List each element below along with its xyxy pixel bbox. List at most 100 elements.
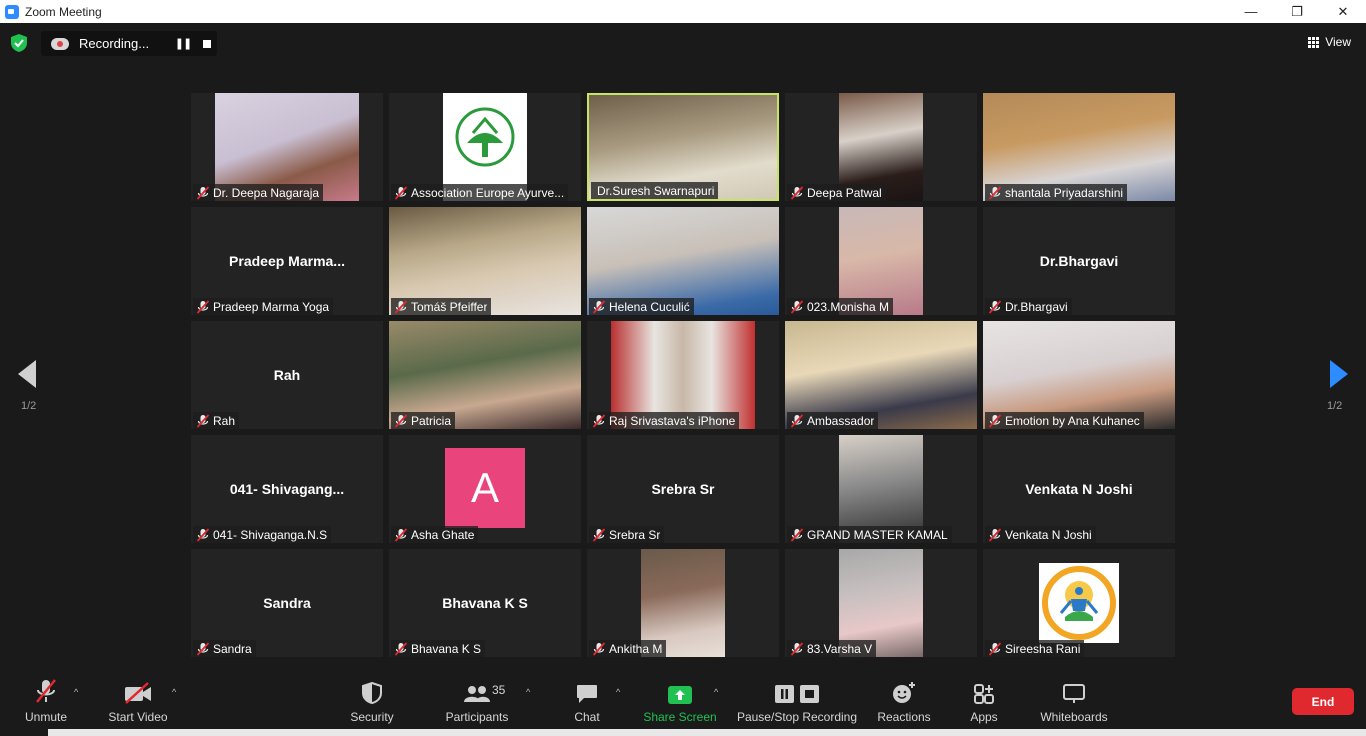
end-meeting-button[interactable]: End: [1292, 688, 1354, 715]
participant-tile[interactable]: GRAND MASTER KAMAL: [785, 435, 977, 543]
participant-tile[interactable]: 041- Shivagang... 041- Shivaganga.N.S: [191, 435, 383, 543]
share-options-caret-icon[interactable]: ^: [714, 687, 718, 697]
participant-display-name-text: 041- Shivagang...: [229, 481, 345, 497]
start-video-button[interactable]: Start Video: [106, 670, 170, 728]
participant-tile[interactable]: 83.Varsha V: [785, 549, 977, 657]
participant-tile[interactable]: Helena Cuculić: [587, 207, 779, 315]
participant-tile[interactable]: Sireesha Rani: [983, 549, 1175, 657]
muted-mic-icon: [35, 670, 57, 704]
participant-name-label: Emotion by Ana Kuhanec: [985, 412, 1144, 429]
participant-name: Sandra: [213, 641, 252, 656]
muted-mic-icon: [790, 185, 804, 200]
participant-tile[interactable]: Emotion by Ana Kuhanec: [983, 321, 1175, 429]
participant-tile[interactable]: 023.Monisha M: [785, 207, 977, 315]
chat-button[interactable]: Chat: [568, 670, 606, 728]
participant-tile[interactable]: Pradeep Marma... Pradeep Marma Yoga: [191, 207, 383, 315]
share-screen-button[interactable]: Share Screen: [643, 670, 717, 728]
participant-tile[interactable]: Tomáš Pfeiffer: [389, 207, 581, 315]
security-label: Security: [350, 710, 394, 724]
recording-indicator: Recording... ❚❚: [41, 31, 217, 56]
participant-tile[interactable]: Dr.Bhargavi Dr.Bhargavi: [983, 207, 1175, 315]
security-button[interactable]: Security: [346, 670, 398, 728]
participant-name-label: GRAND MASTER KAMAL: [787, 526, 952, 543]
participant-tile[interactable]: Rah Rah: [191, 321, 383, 429]
previous-page-arrow-icon[interactable]: [18, 360, 38, 388]
pause-recording-icon[interactable]: ❚❚: [173, 37, 193, 50]
participant-name-label: Rah: [193, 412, 240, 429]
gallery-grid: Dr. Deepa Nagaraja Association Europe Ayu…: [191, 93, 1177, 657]
participant-name: Deepa Patwal: [807, 185, 882, 200]
window-title: Zoom Meeting: [25, 4, 102, 19]
muted-mic-icon: [394, 641, 408, 656]
video-options-caret-icon[interactable]: ^: [172, 687, 176, 697]
participant-name: Rah: [213, 413, 236, 428]
participant-tile[interactable]: Deepa Patwal: [785, 93, 977, 201]
participant-name: Dr.Bhargavi: [1005, 299, 1068, 314]
participant-tile[interactable]: Dr. Deepa Nagaraja: [191, 93, 383, 201]
next-page-arrow-icon[interactable]: [1328, 360, 1348, 388]
participant-name-label: Tomáš Pfeiffer: [391, 298, 492, 315]
chat-bubble-icon: [576, 670, 598, 704]
reactions-button[interactable]: Reactions: [876, 670, 932, 728]
participant-tile[interactable]: Bhavana K S Bhavana K S: [389, 549, 581, 657]
restore-button[interactable]: ❐: [1274, 0, 1320, 23]
whiteboards-button[interactable]: Whiteboards: [1036, 670, 1112, 728]
muted-mic-icon: [988, 299, 1002, 314]
reactions-label: Reactions: [877, 710, 931, 724]
minimize-button[interactable]: —: [1228, 0, 1274, 23]
reactions-smiley-icon: [892, 670, 916, 704]
participant-tile[interactable]: A Asha Ghate: [389, 435, 581, 543]
participant-tile[interactable]: Sandra Sandra: [191, 549, 383, 657]
participant-name: Emotion by Ana Kuhanec: [1005, 413, 1140, 428]
view-button[interactable]: View: [1308, 35, 1351, 49]
participant-tile[interactable]: Venkata N Joshi Venkata N Joshi: [983, 435, 1175, 543]
participant-display-name-text: Dr.Bhargavi: [1039, 253, 1119, 269]
participant-name: Bhavana K S: [411, 641, 482, 656]
muted-mic-icon: [988, 185, 1002, 200]
participant-tile[interactable]: Srebra Sr Srebra Sr: [587, 435, 779, 543]
muted-mic-icon: [592, 299, 606, 314]
participant-tile[interactable]: shantala Priyadarshini: [983, 93, 1175, 201]
participant-name: GRAND MASTER KAMAL: [807, 527, 948, 542]
page-indicator-right: 1/2: [1327, 400, 1343, 412]
participants-button[interactable]: Participants: [444, 670, 510, 728]
participant-tile[interactable]: Ankitha M: [587, 549, 779, 657]
apps-button[interactable]: Apps: [966, 670, 1002, 728]
participant-tile[interactable]: Ambassador: [785, 321, 977, 429]
muted-mic-icon: [394, 185, 408, 200]
stop-recording-icon[interactable]: [203, 39, 211, 48]
participant-tile[interactable]: Dr.Suresh Swarnapuri: [587, 93, 779, 201]
participant-name: Srebra Sr: [609, 527, 661, 542]
encryption-shield-icon[interactable]: [11, 34, 27, 52]
unmute-button[interactable]: Unmute: [22, 670, 70, 728]
participant-name-label: shantala Priyadarshini: [985, 184, 1128, 201]
audio-options-caret-icon[interactable]: ^: [74, 687, 78, 697]
participant-display-name-text: Srebra Sr: [651, 481, 715, 497]
participant-name-label: Venkata N Joshi: [985, 526, 1096, 543]
muted-mic-icon: [394, 299, 408, 314]
chat-options-caret-icon[interactable]: ^: [616, 687, 620, 697]
participant-name-label: 041- Shivaganga.N.S: [193, 526, 332, 543]
participants-count: 35: [492, 683, 506, 697]
participant-tile[interactable]: Patricia: [389, 321, 581, 429]
participant-name: Venkata N Joshi: [1005, 527, 1092, 542]
participant-tile[interactable]: Association Europe Ayurve...: [389, 93, 581, 201]
whiteboards-label: Whiteboards: [1040, 710, 1108, 724]
participant-name-label: Sandra: [193, 640, 256, 657]
muted-mic-icon: [592, 641, 606, 656]
muted-mic-icon: [988, 527, 1002, 542]
participant-name: Asha Ghate: [411, 527, 475, 542]
muted-mic-icon: [988, 641, 1002, 656]
participant-name: Raj Srivastava's iPhone: [609, 413, 736, 428]
participant-name-label: Bhavana K S: [391, 640, 486, 657]
muted-mic-icon: [790, 299, 804, 314]
participant-name-label: Raj Srivastava's iPhone: [589, 412, 740, 429]
participant-name: Ankitha M: [609, 641, 663, 656]
pause-stop-recording-button[interactable]: Pause/Stop Recording: [736, 670, 858, 728]
participant-tile[interactable]: Raj Srivastava's iPhone: [587, 321, 779, 429]
muted-mic-icon: [592, 527, 606, 542]
participant-display-name-text: Sandra: [263, 595, 311, 611]
participant-name: shantala Priyadarshini: [1005, 185, 1124, 200]
close-button[interactable]: ✕: [1320, 0, 1366, 23]
participants-options-caret-icon[interactable]: ^: [526, 687, 530, 697]
